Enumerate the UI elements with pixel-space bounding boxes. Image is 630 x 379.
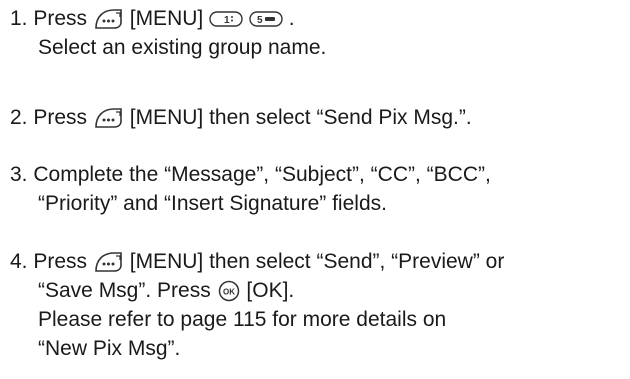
menu-soft-key-icon [93, 250, 124, 274]
step-4-line-4: “New Pix Msg”. [38, 337, 181, 360]
ok-key-icon: OK [217, 280, 241, 302]
menu-soft-key-icon [93, 7, 124, 31]
step-text: . [288, 7, 295, 30]
step-text: Press [33, 250, 88, 273]
step-text: Complete the “Message”, “Subject”, “CC”,… [33, 163, 491, 186]
step-4: 4. Press [MENU] then select “Send”, “Pre… [10, 247, 504, 363]
ok-key-label: OK [223, 288, 235, 297]
step-text: [MENU] then select “Send Pix Msg.”. [129, 106, 472, 129]
step-2-line-1: 2. Press [MENU] then select “Send Pix Ms… [10, 103, 472, 132]
step-3-line-1: 3. Complete the “Message”, “Subject”, “C… [10, 160, 491, 189]
step-4-line-1: 4. Press [MENU] then select “Send”, “Pre… [10, 247, 504, 276]
step-3: 3. Complete the “Message”, “Subject”, “C… [10, 160, 491, 218]
menu-soft-key-icon [93, 106, 124, 130]
step-text: “Save Msg”. Press [38, 279, 211, 302]
step-2: 2. Press [MENU] then select “Send Pix Ms… [10, 103, 472, 132]
step-number: 4. [10, 250, 28, 273]
step-number: 2. [10, 106, 28, 129]
step-4-line-3: Please refer to page 115 for more detail… [38, 308, 447, 331]
step-text: [MENU] then select “Send”, “Preview” or [129, 250, 505, 273]
step-text: [MENU] [129, 7, 204, 30]
step-1-line-2: Select an existing group name. [38, 36, 327, 59]
step-1-line-1: 1. Press [MENU] 1 5 . [10, 4, 326, 33]
key-5-label: 5 [257, 15, 263, 26]
step-4-line-2: “Save Msg”. Press OK [OK]. [10, 276, 504, 305]
step-number: 3. [10, 163, 28, 186]
step-text: Press [33, 106, 88, 129]
key-1-icon: 1 [209, 11, 243, 28]
step-text: Press [33, 7, 88, 30]
step-number: 1. [10, 7, 28, 30]
step-text: [OK]. [246, 279, 295, 302]
key-1-label: 1 [224, 15, 230, 26]
step-1: 1. Press [MENU] 1 5 . Select an existing… [10, 4, 326, 62]
step-3-line-2: “Priority” and “Insert Signature” fields… [38, 192, 387, 215]
key-5-icon: 5 [249, 11, 283, 28]
